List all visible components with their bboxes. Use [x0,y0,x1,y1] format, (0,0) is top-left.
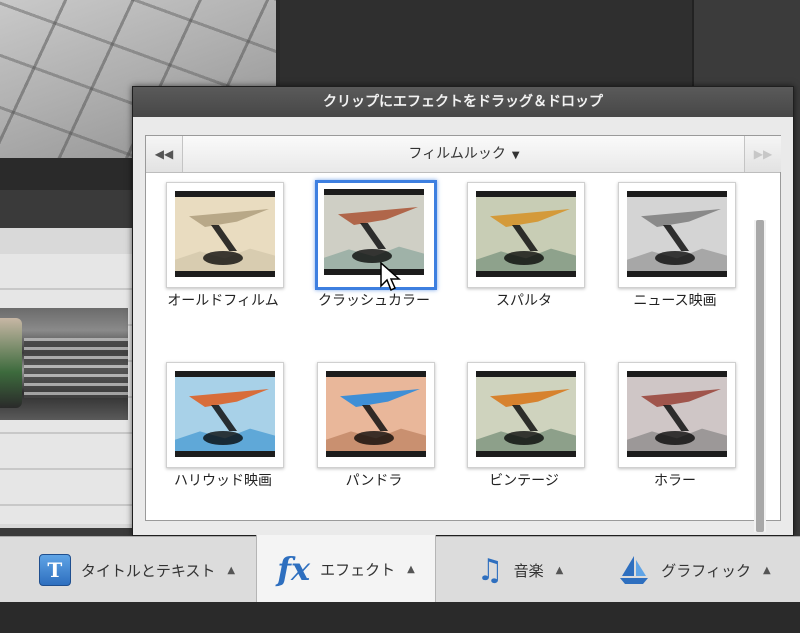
effect-thumbnail [166,362,284,468]
category-nav: ◀◀ フィルムルック ▼ ▶▶ [146,136,781,173]
effect-preview [476,191,576,277]
timeline-header [0,196,132,222]
tab-title-text[interactable]: T タイトルとテキスト ▲ [22,537,252,603]
tab-label: グラフィック [661,561,751,580]
clip-rails [24,338,128,398]
chevron-down-icon: ▼ [511,150,520,161]
title-text-icon: T [38,554,71,586]
effect-label: ニュース映画 [633,293,717,309]
effect-label: パンドラ [345,473,403,489]
music-note-icon: ♫ [476,552,504,588]
effect-label: ハリウッド映画 [174,473,272,489]
effect-item-horror[interactable]: ホラー [600,352,750,502]
tab-label: 音楽 [513,561,544,580]
effect-preview [175,191,275,277]
effects-browser: ◀◀ フィルムルック ▼ ▶▶ オールドフィルム クラッシュカラー スパルタ ニ… [145,135,781,532]
effect-preview [627,191,727,277]
effect-label: スパルタ [496,293,552,309]
category-dropdown[interactable]: フィルムルック ▼ [376,136,552,172]
effect-thumbnail-selected [315,180,437,290]
clip-figure [0,318,22,408]
effect-thumbnail [166,182,284,288]
chevron-up-icon: ▲ [227,564,236,576]
effect-label: ホラー [654,473,696,489]
scrollbar-thumb[interactable] [756,220,764,532]
prev-category-button[interactable]: ◀◀ [146,136,183,172]
effect-item-hollywood[interactable]: ハリウッド映画 [148,352,298,502]
effect-thumbnail [317,362,435,468]
effect-preview [324,189,424,275]
tab-music[interactable]: ♫ 音楽 ▲ [450,537,590,603]
effects-grid: オールドフィルム クラッシュカラー スパルタ ニュース映画 ハリウッド映画 パン… [146,172,766,532]
effect-label: ビンテージ [489,473,559,489]
chevron-up-icon: ▲ [763,564,771,576]
effect-preview [627,371,727,457]
next-category-button[interactable]: ▶▶ [744,136,781,172]
effect-label: オールドフィルム [167,293,279,309]
bottom-toolbar: T タイトルとテキスト ▲ fx エフェクト ▲ ♫ 音楽 ▲ グラフィック ▲ [0,535,800,603]
effect-thumbnail [618,182,736,288]
effect-item-vintage[interactable]: ビンテージ [449,352,599,502]
tab-label: エフェクト [320,560,396,579]
effect-thumbnail [467,182,585,288]
effect-item-pandora[interactable]: パンドラ [299,352,449,502]
effect-preview [476,371,576,457]
effect-label: クラッシュカラー [318,293,430,309]
effect-preview [326,371,426,457]
double-chevron-left-icon: ◀◀ [154,147,174,161]
status-area [0,602,800,633]
effect-item-crash-color[interactable]: クラッシュカラー [299,172,449,322]
double-chevron-right-icon: ▶▶ [753,147,773,161]
panel-title: クリップにエフェクトをドラッグ＆ドロップ [133,87,793,117]
effect-thumbnail [618,362,736,468]
effect-item-sparta[interactable]: スパルタ [449,172,599,322]
tab-effects[interactable]: fx エフェクト ▲ [256,535,436,603]
effects-scrollbar[interactable] [754,220,766,532]
effect-item-newsreel[interactable]: ニュース映画 [600,172,750,322]
category-label: フィルムルック [408,146,506,162]
fx-icon: fx [277,550,311,588]
right-panel [692,0,800,86]
effect-thumbnail [467,362,585,468]
effects-panel: クリップにエフェクトをドラッグ＆ドロップ ◀◀ フィルムルック ▼ ▶▶ オールド [132,86,794,536]
tab-label: タイトルとテキスト [80,561,216,580]
video-clip[interactable] [0,308,128,420]
effect-preview [175,371,275,457]
tab-graphics[interactable]: グラフィック ▲ [604,537,784,603]
chevron-up-icon: ▲ [407,563,415,575]
chevron-up-icon: ▲ [555,564,564,576]
effect-item-old-film[interactable]: オールドフィルム [148,172,298,322]
sailboat-icon [617,554,651,586]
